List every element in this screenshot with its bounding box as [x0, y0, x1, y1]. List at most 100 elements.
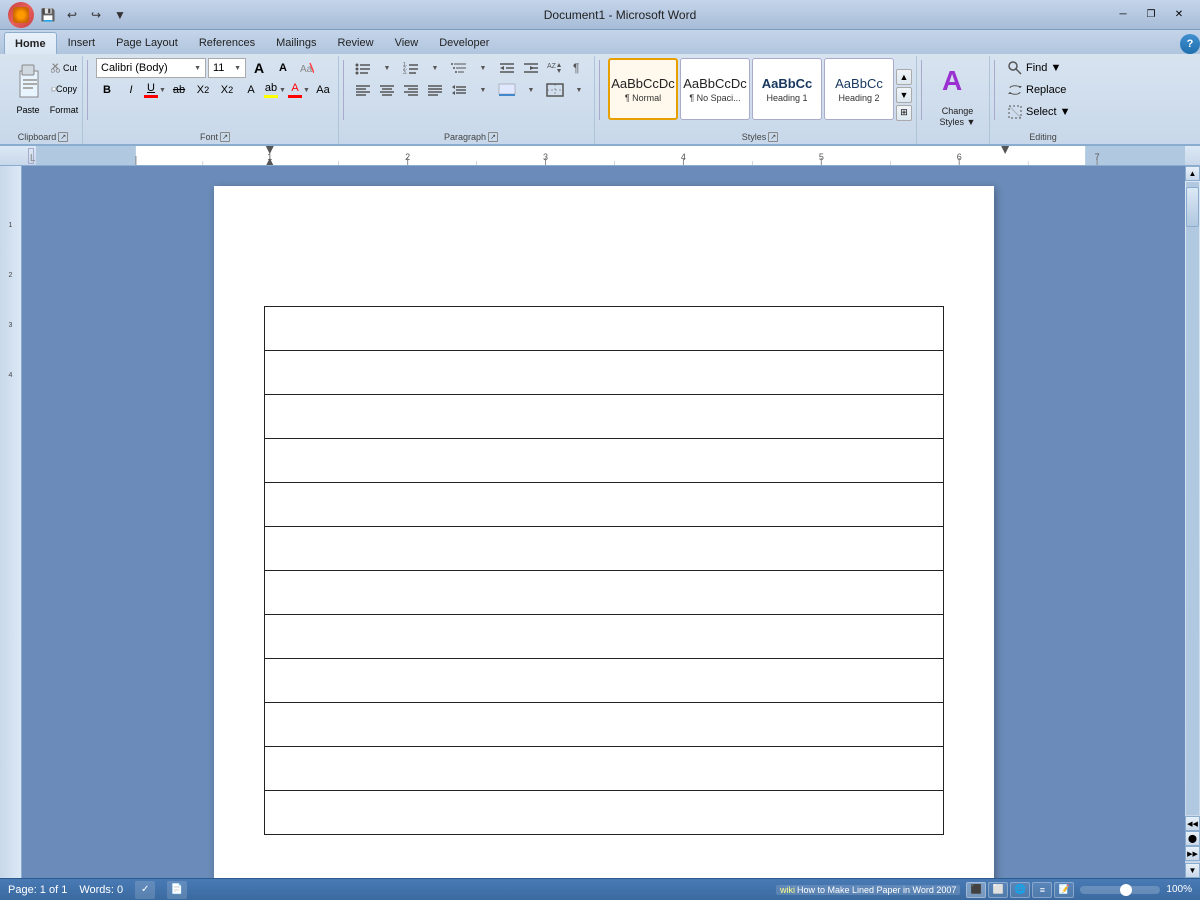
lined-table[interactable] — [264, 306, 944, 835]
justify-button[interactable] — [424, 80, 446, 100]
tab-developer[interactable]: Developer — [429, 32, 499, 54]
table-row[interactable] — [264, 483, 943, 527]
scroll-thumb[interactable] — [1186, 187, 1199, 227]
table-row[interactable] — [264, 615, 943, 659]
table-cell[interactable] — [264, 351, 943, 395]
zoom-thumb[interactable] — [1120, 884, 1132, 896]
center-button[interactable] — [376, 80, 398, 100]
table-cell[interactable] — [264, 483, 943, 527]
tab-view[interactable]: View — [385, 32, 429, 54]
shading-dropdown[interactable]: ▼ — [520, 80, 542, 100]
line-spacing-button[interactable] — [448, 80, 470, 100]
table-row[interactable] — [264, 307, 943, 351]
clear-format-button[interactable]: Aa — [296, 58, 318, 78]
shading-button[interactable] — [496, 80, 518, 100]
scroll-select[interactable]: ⬤ — [1185, 831, 1200, 846]
ruler-handle[interactable]: L — [28, 148, 34, 164]
tab-page-layout[interactable]: Page Layout — [106, 32, 188, 54]
table-row[interactable] — [264, 659, 943, 703]
style-no-spacing[interactable]: AaBbCcDc ¶ No Spaci... — [680, 58, 750, 120]
cut-button[interactable]: Cut — [50, 58, 78, 78]
underline-button[interactable]: U ▼ — [144, 80, 166, 100]
styles-expand[interactable]: ↗ — [768, 132, 778, 142]
track-changes-icon[interactable]: 📄 — [167, 881, 187, 899]
tab-insert[interactable]: Insert — [58, 32, 106, 54]
print-layout-button[interactable]: ⬛ — [966, 882, 986, 898]
highlight-color-button[interactable]: ab ▼ — [264, 80, 286, 100]
paragraph-expand[interactable]: ↗ — [488, 132, 498, 142]
italic-button[interactable]: I — [120, 80, 142, 100]
decrease-indent-button[interactable] — [496, 58, 518, 78]
decrease-font-button[interactable]: A — [272, 58, 294, 78]
restore-button[interactable]: ❐ — [1138, 5, 1164, 25]
format-painter-button[interactable]: Format — [50, 100, 78, 120]
find-button[interactable]: Find ▼ — [1003, 58, 1083, 78]
styles-scroll-up[interactable]: ▲ — [896, 69, 912, 85]
numbering-dropdown[interactable]: ▼ — [424, 58, 446, 78]
scroll-up-button[interactable]: ▲ — [1185, 166, 1200, 181]
table-row[interactable] — [264, 571, 943, 615]
undo-qat-button[interactable]: ↩ — [62, 5, 82, 25]
bullets-dropdown[interactable]: ▼ — [376, 58, 398, 78]
replace-button[interactable]: Replace — [1003, 80, 1083, 100]
styles-scroll-more[interactable]: ⊞ — [896, 105, 912, 121]
multilevel-dropdown[interactable]: ▼ — [472, 58, 494, 78]
wiki-link[interactable]: wiki How to Make Lined Paper in Word 200… — [776, 885, 960, 895]
table-cell[interactable] — [264, 307, 943, 351]
multilevel-list-button[interactable] — [448, 58, 470, 78]
font-size-selector[interactable]: 11 ▼ — [208, 58, 246, 78]
table-cell[interactable] — [264, 439, 943, 483]
font-color-button[interactable]: A ▼ — [288, 80, 310, 100]
table-cell[interactable] — [264, 703, 943, 747]
outline-button[interactable]: ≡ — [1032, 882, 1052, 898]
table-cell[interactable] — [264, 747, 943, 791]
table-row[interactable] — [264, 439, 943, 483]
tab-review[interactable]: Review — [327, 32, 383, 54]
clipboard-expand[interactable]: ↗ — [58, 132, 68, 142]
show-formatting-button[interactable]: ¶ — [568, 58, 590, 78]
scroll-next-page[interactable]: ▶▶ — [1185, 846, 1200, 861]
web-layout-button[interactable]: 🌐 — [1010, 882, 1030, 898]
table-cell[interactable] — [264, 615, 943, 659]
customize-qat-button[interactable]: ▼ — [110, 5, 130, 25]
redo-qat-button[interactable]: ↪ — [86, 5, 106, 25]
line-spacing-dropdown[interactable]: ▼ — [472, 80, 494, 100]
zoom-slider[interactable] — [1080, 886, 1160, 894]
text-effects-button[interactable]: A — [240, 80, 262, 100]
table-cell[interactable] — [264, 527, 943, 571]
draft-button[interactable]: 📝 — [1054, 882, 1074, 898]
style-heading2[interactable]: AaBbCc Heading 2 — [824, 58, 894, 120]
scroll-down-button[interactable]: ▼ — [1185, 863, 1200, 878]
save-qat-button[interactable]: 💾 — [38, 5, 58, 25]
tab-references[interactable]: References — [189, 32, 265, 54]
table-cell[interactable] — [264, 571, 943, 615]
document-area[interactable] — [22, 166, 1185, 878]
help-button[interactable]: ? — [1180, 34, 1200, 54]
increase-font-button[interactable]: A — [248, 58, 270, 78]
table-row[interactable] — [264, 703, 943, 747]
change-case-button[interactable]: Aa — [312, 80, 334, 100]
table-row[interactable] — [264, 747, 943, 791]
office-button[interactable] — [8, 2, 34, 28]
table-row[interactable] — [264, 395, 943, 439]
sort-button[interactable]: AZ — [544, 58, 566, 78]
paste-button[interactable]: Paste — [8, 58, 48, 120]
table-row[interactable] — [264, 527, 943, 571]
scroll-prev-page[interactable]: ◀◀ — [1185, 816, 1200, 831]
scroll-track[interactable] — [1186, 182, 1199, 815]
font-expand[interactable]: ↗ — [220, 132, 230, 142]
minimize-button[interactable]: ─ — [1110, 5, 1136, 25]
table-cell[interactable] — [264, 395, 943, 439]
bold-button[interactable]: B — [96, 80, 118, 100]
close-button[interactable]: ✕ — [1166, 5, 1192, 25]
increase-indent-button[interactable] — [520, 58, 542, 78]
table-cell[interactable] — [264, 791, 943, 835]
spell-check-icon[interactable]: ✓ — [135, 881, 155, 899]
tab-mailings[interactable]: Mailings — [266, 32, 326, 54]
table-cell[interactable] — [264, 659, 943, 703]
borders-dropdown[interactable]: ▼ — [568, 80, 590, 100]
superscript-button[interactable]: X2 — [216, 80, 238, 100]
select-button[interactable]: Select ▼ — [1003, 102, 1083, 122]
fullscreen-button[interactable]: ⬜ — [988, 882, 1008, 898]
table-row[interactable] — [264, 791, 943, 835]
